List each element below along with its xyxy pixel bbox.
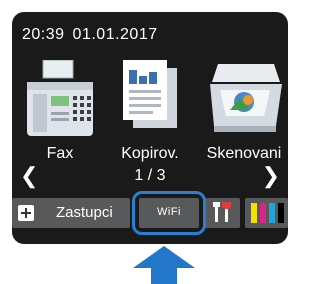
copy-label: Kopirov. bbox=[121, 145, 179, 162]
fax-label: Fax bbox=[46, 145, 74, 162]
fax-icon bbox=[27, 60, 93, 136]
scan-label: Skenovani bbox=[206, 145, 282, 162]
tools-icon bbox=[213, 202, 231, 222]
wifi-highlight-frame bbox=[132, 191, 206, 235]
ink-black-icon bbox=[278, 203, 284, 223]
scan-tile[interactable]: Skenovani bbox=[200, 52, 288, 172]
ink-magenta-icon bbox=[260, 203, 266, 223]
shortcuts-label: Zastupci bbox=[56, 204, 113, 221]
settings-button[interactable] bbox=[204, 198, 240, 228]
pointer-arrow-icon bbox=[133, 246, 195, 284]
pager: ❮ 1 / 3 ❯ bbox=[12, 165, 288, 187]
copy-icon bbox=[123, 60, 177, 128]
clock-time: 20:39 bbox=[22, 26, 65, 43]
ink-yellow-icon bbox=[251, 203, 257, 223]
fax-tile[interactable]: Fax bbox=[16, 52, 104, 172]
copy-tile[interactable]: Kopirov. bbox=[106, 52, 194, 172]
page-indicator: 1 / 3 bbox=[134, 167, 166, 184]
date: 01.01.2017 bbox=[72, 26, 158, 43]
plus-icon bbox=[18, 205, 34, 221]
status-bar: 20:39 01.01.2017 bbox=[22, 26, 158, 44]
scanner-icon bbox=[210, 64, 282, 132]
touchscreen: 20:39 01.01.2017 Fax Kopirov. Skenovani … bbox=[12, 12, 288, 244]
chevron-right-icon[interactable]: ❯ bbox=[262, 165, 280, 187]
shortcuts-button[interactable]: Zastupci bbox=[12, 198, 130, 228]
ink-cyan-icon bbox=[269, 203, 275, 223]
ink-level-button[interactable] bbox=[245, 198, 288, 228]
